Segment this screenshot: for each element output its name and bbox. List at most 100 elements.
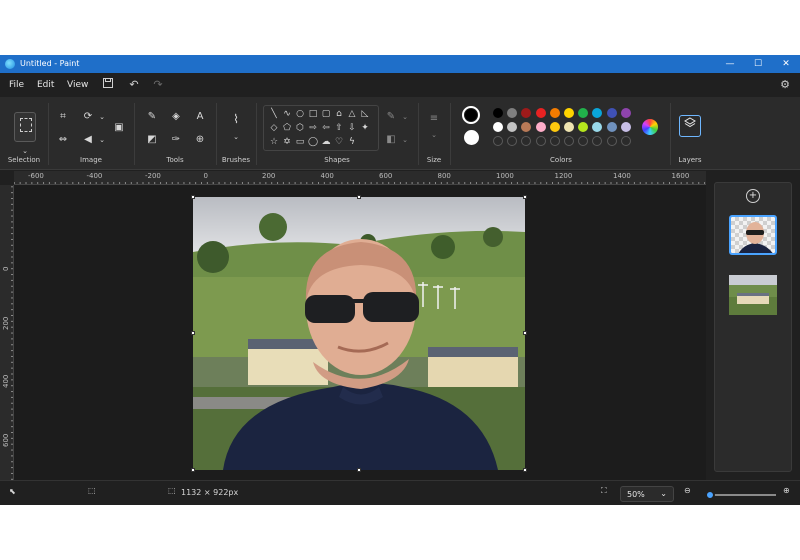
canvas-image[interactable] bbox=[193, 197, 525, 470]
add-layer-button[interactable]: + bbox=[746, 189, 760, 203]
left-arrow-shape-icon[interactable]: ⇦ bbox=[320, 122, 332, 134]
rounded-rectangle-shape-icon[interactable]: ▢ bbox=[320, 108, 332, 120]
right-triangle-shape-icon[interactable]: ◺ bbox=[359, 108, 371, 120]
custom-color-slot[interactable] bbox=[549, 136, 560, 146]
curve-shape-icon[interactable]: ∿ bbox=[281, 108, 293, 120]
zoom-slider[interactable] bbox=[705, 490, 776, 500]
zoom-slider-thumb[interactable] bbox=[705, 490, 716, 500]
ruler-label: 1200 bbox=[554, 172, 573, 180]
minimize-button[interactable]: — bbox=[716, 55, 744, 73]
lightning-shape-icon[interactable]: ϟ bbox=[346, 136, 358, 148]
up-arrow-shape-icon[interactable]: ⇧ bbox=[333, 122, 345, 134]
menu-file[interactable]: File bbox=[9, 80, 24, 90]
ribbon-divider bbox=[670, 103, 671, 165]
title-bar[interactable]: Untitled - Paint — ☐ ✕ bbox=[0, 55, 800, 73]
selection-tool-button[interactable] bbox=[14, 112, 36, 142]
zoom-select[interactable]: 50% ⌄ bbox=[620, 486, 674, 502]
close-button[interactable]: ✕ bbox=[772, 55, 800, 73]
diamond-shape-icon[interactable]: ◇ bbox=[268, 122, 280, 134]
polygon-shape-icon[interactable]: ⌂ bbox=[333, 108, 345, 120]
redo-icon[interactable]: ↷ bbox=[150, 77, 166, 93]
secondary-color-swatch[interactable] bbox=[464, 130, 479, 145]
triangle-shape-icon[interactable]: △ bbox=[346, 108, 358, 120]
color-swatch[interactable] bbox=[620, 108, 631, 118]
chevron-down-icon[interactable]: ⌄ bbox=[426, 127, 442, 143]
color-picker-icon[interactable]: ✑ bbox=[168, 132, 184, 148]
chevron-down-icon[interactable]: ⌄ bbox=[397, 132, 413, 148]
brush-icon[interactable]: ⌇ bbox=[228, 111, 244, 127]
ruler-label: 200 bbox=[2, 316, 10, 330]
color-swatch[interactable] bbox=[493, 108, 503, 118]
zoom-in-icon[interactable]: ⊕ bbox=[783, 486, 790, 495]
six-point-star-shape-icon[interactable]: ✡ bbox=[281, 136, 293, 148]
custom-color-slot[interactable] bbox=[564, 136, 574, 146]
resize-handle-w[interactable] bbox=[191, 331, 195, 335]
color-swatch[interactable] bbox=[549, 122, 560, 132]
group-label-size: Size bbox=[426, 156, 442, 164]
color-swatch[interactable] bbox=[564, 122, 574, 132]
color-swatch[interactable] bbox=[564, 108, 574, 118]
custom-color-slot[interactable] bbox=[606, 136, 617, 146]
menu-view[interactable]: View bbox=[67, 80, 88, 90]
rect-callout-shape-icon[interactable]: ▭ bbox=[294, 136, 306, 148]
resize-handle-ne[interactable] bbox=[523, 195, 527, 199]
oval-shape-icon[interactable]: ○ bbox=[294, 108, 306, 120]
oval-callout-shape-icon[interactable]: ◯ bbox=[307, 136, 319, 148]
color-swatch[interactable] bbox=[606, 122, 617, 132]
custom-color-slot[interactable] bbox=[535, 136, 546, 146]
rectangle-shape-icon[interactable]: □ bbox=[307, 108, 319, 120]
crop-icon[interactable]: ⌗ bbox=[55, 109, 71, 125]
color-swatch[interactable] bbox=[620, 122, 631, 132]
layer-thumbnail-person[interactable] bbox=[729, 215, 777, 255]
cloud-callout-shape-icon[interactable]: ☁ bbox=[320, 136, 332, 148]
chevron-down-icon[interactable]: ⌄ bbox=[94, 132, 110, 148]
pencil-icon[interactable]: ✎ bbox=[144, 109, 160, 125]
custom-color-slot[interactable] bbox=[493, 136, 503, 146]
magnifier-icon[interactable]: ⊕ bbox=[192, 132, 208, 148]
resize-handle-sw[interactable] bbox=[191, 468, 195, 472]
five-point-star-shape-icon[interactable]: ☆ bbox=[268, 136, 280, 148]
edit-colors-icon[interactable] bbox=[642, 119, 658, 135]
custom-color-slot[interactable] bbox=[620, 136, 631, 146]
maximize-button[interactable]: ☐ bbox=[744, 55, 772, 73]
fit-to-window-icon[interactable]: ⛶ bbox=[601, 486, 607, 496]
resize-icon[interactable]: ⇔ bbox=[55, 132, 71, 148]
primary-color-swatch[interactable] bbox=[462, 106, 480, 124]
image-size-text: 1132 × 922px bbox=[181, 488, 239, 497]
resize-handle-e[interactable] bbox=[523, 331, 527, 335]
chevron-down-icon[interactable]: ⌄ bbox=[397, 109, 413, 125]
save-icon[interactable] bbox=[100, 77, 116, 93]
line-shape-icon[interactable]: ╲ bbox=[268, 108, 280, 120]
chevron-down-icon[interactable]: ⌄ bbox=[228, 129, 244, 145]
group-label-selection: Selection bbox=[7, 156, 41, 164]
heart-shape-icon[interactable]: ♡ bbox=[333, 136, 345, 148]
resize-handle-s[interactable] bbox=[357, 468, 361, 472]
fill-bucket-icon[interactable]: ◈ bbox=[168, 109, 184, 125]
layers-toggle-button[interactable] bbox=[679, 115, 701, 137]
text-icon[interactable]: A bbox=[192, 109, 208, 125]
four-point-star-shape-icon[interactable]: ✦ bbox=[359, 122, 371, 134]
ruler-label: -600 bbox=[28, 172, 44, 180]
down-arrow-shape-icon[interactable]: ⇩ bbox=[346, 122, 358, 134]
chevron-down-icon[interactable]: ⌄ bbox=[94, 109, 110, 125]
resize-handle-se[interactable] bbox=[523, 468, 527, 472]
color-swatch[interactable] bbox=[535, 108, 546, 118]
image-creator-icon[interactable]: ▣ bbox=[111, 120, 127, 136]
color-swatch[interactable] bbox=[549, 108, 560, 118]
eraser-icon[interactable]: ◩ bbox=[144, 132, 160, 148]
zoom-out-icon[interactable]: ⊖ bbox=[684, 486, 691, 495]
undo-icon[interactable]: ↶ bbox=[126, 77, 142, 93]
resize-handle-n[interactable] bbox=[357, 195, 361, 199]
resize-handle-nw[interactable] bbox=[191, 195, 195, 199]
gear-icon[interactable]: ⚙ bbox=[777, 77, 793, 93]
color-swatch[interactable] bbox=[535, 122, 546, 132]
layer-thumbnail-background[interactable] bbox=[729, 275, 777, 315]
color-swatch[interactable] bbox=[606, 108, 617, 118]
pentagon-shape-icon[interactable]: ⬠ bbox=[281, 122, 293, 134]
group-label-tools: Tools bbox=[166, 156, 184, 164]
right-arrow-shape-icon[interactable]: ⇨ bbox=[307, 122, 319, 134]
size-icon[interactable]: ≡ bbox=[426, 111, 442, 127]
hexagon-shape-icon[interactable]: ⬡ bbox=[294, 122, 306, 134]
menu-edit[interactable]: Edit bbox=[37, 80, 54, 90]
color-swatch[interactable] bbox=[493, 122, 503, 132]
